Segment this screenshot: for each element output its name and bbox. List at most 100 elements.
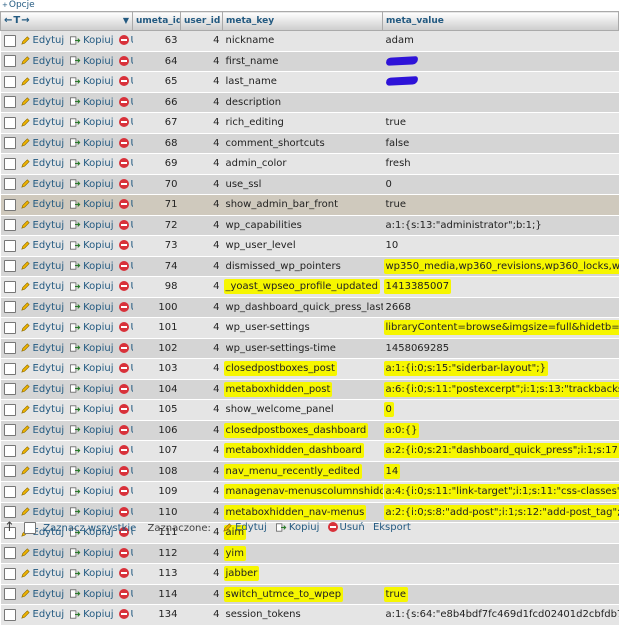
copy-link[interactable]: Kopiuj	[69, 482, 114, 501]
cell-umeta_id[interactable]: 101	[132, 317, 181, 339]
delete-link[interactable]: Usuń	[118, 339, 133, 358]
copy-link[interactable]: Kopiuj	[69, 236, 114, 255]
edit-link[interactable]: Edytuj	[20, 175, 64, 194]
bulk-export-button[interactable]: Eksport	[373, 518, 411, 538]
delete-link[interactable]: Usuń	[118, 154, 133, 173]
edit-link[interactable]: Edytuj	[20, 31, 64, 50]
cell-meta_key[interactable]: managenav-menuscolumnshidden	[222, 481, 383, 503]
cell-meta_key[interactable]: switch_utmce_to_wpep	[222, 584, 383, 605]
copy-link[interactable]: Kopiuj	[69, 93, 114, 112]
delete-link[interactable]: Usuń	[118, 72, 133, 91]
cell-user_id[interactable]: 4	[180, 420, 223, 441]
cell-meta_key[interactable]: _yoast_wpseo_profile_updated	[222, 276, 383, 298]
cell-meta_key[interactable]: wp_user-settings	[222, 317, 383, 339]
delete-link[interactable]: Usuń	[118, 421, 133, 440]
options-toggle[interactable]: +Opcje	[2, 0, 35, 11]
edit-link[interactable]: Edytuj	[20, 298, 64, 317]
delete-link[interactable]: Usuń	[118, 277, 133, 296]
row-checkbox[interactable]	[3, 34, 16, 47]
cell-meta_key[interactable]: yim	[222, 543, 383, 564]
edit-link[interactable]: Edytuj	[20, 236, 64, 255]
copy-link[interactable]: Kopiuj	[69, 257, 114, 276]
cell-umeta_id[interactable]: 70	[132, 174, 181, 195]
copy-link[interactable]: Kopiuj	[69, 318, 114, 337]
edit-link[interactable]: Edytuj	[20, 195, 64, 214]
row-checkbox[interactable]	[3, 96, 16, 108]
cell-meta_value[interactable]	[382, 563, 619, 585]
cell-meta_value[interactable]: a:0:{}	[382, 420, 619, 441]
cell-meta_value[interactable]: a:6:{i:0;s:11:"postexcerpt";i:1;s:13:"tr…	[382, 379, 619, 400]
edit-link[interactable]: Edytuj	[20, 113, 64, 132]
copy-link[interactable]: Kopiuj	[69, 298, 114, 317]
cell-meta_key[interactable]: session_tokens	[222, 604, 383, 626]
copy-link[interactable]: Kopiuj	[69, 72, 114, 91]
cell-umeta_id[interactable]: 102	[132, 338, 181, 359]
cell-meta_value[interactable]: adam	[382, 30, 619, 52]
delete-link[interactable]: Usuń	[118, 441, 133, 460]
row-checkbox[interactable]	[3, 137, 16, 149]
cell-user_id[interactable]: 4	[180, 256, 223, 277]
copy-link[interactable]: Kopiuj	[69, 216, 114, 235]
cell-meta_value[interactable]: false	[382, 133, 619, 154]
delete-link[interactable]: Usuń	[118, 298, 133, 317]
edit-link[interactable]: Edytuj	[20, 318, 64, 337]
cell-meta_key[interactable]: wp_dashboard_quick_press_last_post_id	[222, 297, 383, 318]
delete-link[interactable]: Usuń	[118, 462, 133, 481]
row-checkbox[interactable]	[3, 547, 16, 559]
cell-umeta_id[interactable]: 134	[132, 604, 181, 626]
delete-link[interactable]: Usuń	[118, 236, 133, 255]
cell-meta_key[interactable]: metaboxhidden_dashboard	[222, 440, 383, 462]
cell-umeta_id[interactable]: 65	[132, 71, 181, 93]
delete-link[interactable]: Usuń	[118, 134, 133, 153]
edit-link[interactable]: Edytuj	[20, 605, 64, 624]
column-arrows[interactable]: ←T→ ▼	[0, 11, 133, 31]
cell-umeta_id[interactable]: 72	[132, 215, 181, 236]
cell-user_id[interactable]: 4	[180, 563, 223, 585]
cell-meta_key[interactable]: first_name	[222, 51, 383, 72]
cell-meta_key[interactable]: show_welcome_panel	[222, 399, 383, 421]
cell-user_id[interactable]: 4	[180, 235, 223, 257]
cell-meta_key[interactable]: description	[222, 92, 383, 113]
row-checkbox[interactable]	[3, 260, 16, 272]
cell-meta_key[interactable]: last_name	[222, 71, 383, 93]
cell-user_id[interactable]: 4	[180, 112, 223, 134]
cell-meta_key[interactable]: jabber	[222, 563, 383, 585]
column-header-user_id[interactable]: user_id▲	[180, 11, 223, 31]
cell-meta_key[interactable]: metaboxhidden_post	[222, 379, 383, 400]
cell-umeta_id[interactable]: 63	[132, 30, 181, 52]
delete-link[interactable]: Usuń	[118, 31, 133, 50]
cell-meta_key[interactable]: dismissed_wp_pointers	[222, 256, 383, 277]
row-checkbox[interactable]	[3, 116, 16, 129]
cell-meta_key[interactable]: show_admin_bar_front	[222, 194, 383, 216]
cell-umeta_id[interactable]: 108	[132, 461, 181, 482]
cell-umeta_id[interactable]: 98	[132, 276, 181, 298]
row-checkbox[interactable]	[3, 506, 16, 518]
cell-meta_value[interactable]: true	[382, 194, 619, 216]
cell-meta_key[interactable]: closedpostboxes_dashboard	[222, 420, 383, 441]
cell-meta_value[interactable]: a:4:{i:0;s:11:"link-target";i:1;s:11:"cs…	[382, 481, 619, 503]
cell-user_id[interactable]: 4	[180, 194, 223, 216]
cell-meta_value[interactable]: libraryContent=browse&imgsize=full&hidet…	[382, 317, 619, 339]
delete-link[interactable]: Usuń	[118, 482, 133, 501]
cell-meta_value[interactable]: wp350_media,wp360_revisions,wp360_locks,…	[382, 256, 619, 277]
bulk-edit-button[interactable]: Edytuj	[222, 518, 267, 538]
copy-link[interactable]: Kopiuj	[69, 462, 114, 481]
copy-link[interactable]: Kopiuj	[69, 31, 114, 50]
cell-user_id[interactable]: 4	[180, 153, 223, 175]
row-checkbox[interactable]	[3, 403, 16, 416]
cell-umeta_id[interactable]: 67	[132, 112, 181, 134]
cell-user_id[interactable]: 4	[180, 92, 223, 113]
row-checkbox[interactable]	[3, 465, 16, 477]
row-checkbox[interactable]	[3, 567, 16, 580]
cell-user_id[interactable]: 4	[180, 543, 223, 564]
edit-link[interactable]: Edytuj	[20, 72, 64, 91]
copy-link[interactable]: Kopiuj	[69, 421, 114, 440]
copy-link[interactable]: Kopiuj	[69, 277, 114, 296]
cell-meta_key[interactable]: nav_menu_recently_edited	[222, 461, 383, 482]
edit-link[interactable]: Edytuj	[20, 462, 64, 481]
copy-link[interactable]: Kopiuj	[69, 605, 114, 624]
cell-meta_value[interactable]	[382, 51, 619, 72]
copy-link[interactable]: Kopiuj	[69, 175, 114, 194]
column-header-meta_value[interactable]: meta_value	[382, 11, 619, 31]
edit-link[interactable]: Edytuj	[20, 441, 64, 460]
